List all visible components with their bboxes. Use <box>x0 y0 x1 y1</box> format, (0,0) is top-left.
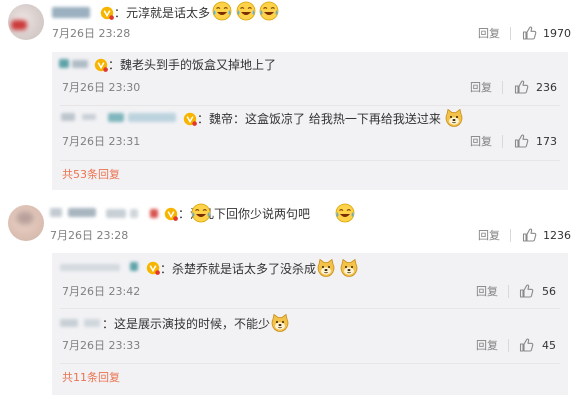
username[interactable] <box>60 319 78 327</box>
reply-button[interactable]: 回复 <box>470 81 492 95</box>
reply-button[interactable]: 回复 <box>476 339 498 353</box>
username[interactable] <box>60 264 120 271</box>
laugh-cry-emoji <box>236 1 256 21</box>
doge-emoji <box>339 258 359 278</box>
divider <box>510 229 511 242</box>
thumb-up-icon[interactable] <box>521 227 537 243</box>
like-count: 236 <box>536 81 557 94</box>
laugh-cry-emoji <box>335 203 355 223</box>
thumb-up-icon[interactable] <box>518 337 534 353</box>
reply-button[interactable]: 回复 <box>478 229 500 243</box>
reply-time: 7月26日 23:42 <box>62 285 141 298</box>
vip-badge-icon <box>100 6 114 20</box>
reply-button[interactable]: 回复 <box>476 285 498 299</box>
doge-emoji <box>270 313 290 333</box>
like-count: 1970 <box>543 27 571 40</box>
username[interactable] <box>106 209 126 218</box>
vip-badge-icon <box>183 112 197 126</box>
divider <box>508 285 509 298</box>
reply-list: ：魏老头到手的饭盒又掉地上了 7月26日 23:30 回复 236 ：魏帝：这盒… <box>52 52 568 190</box>
comment-time: 7月26日 23:28 <box>50 229 129 242</box>
like-count: 1236 <box>543 229 571 242</box>
thumb-up-icon[interactable] <box>521 25 537 41</box>
doge-emoji <box>444 108 464 128</box>
like-count: 56 <box>542 285 556 298</box>
divider <box>508 339 509 352</box>
username[interactable] <box>84 319 100 327</box>
thumb-up-icon[interactable] <box>513 133 529 149</box>
username[interactable] <box>82 114 96 120</box>
comment-text: ：元淳就是话太多 <box>114 6 211 20</box>
more-replies-link[interactable]: 共53条回复 <box>62 168 120 182</box>
divider <box>510 27 511 40</box>
thumb-up-icon[interactable] <box>518 283 534 299</box>
reply-time: 7月26日 23:31 <box>62 135 141 148</box>
doge-emoji <box>316 258 336 278</box>
divider <box>60 160 560 161</box>
divider <box>60 105 560 106</box>
username[interactable] <box>130 209 138 218</box>
laugh-cry-emoji <box>212 1 232 21</box>
username[interactable] <box>61 113 75 121</box>
reply-time: 7月26日 23:33 <box>62 339 141 352</box>
thumb-up-icon[interactable] <box>513 79 529 95</box>
divider <box>60 363 560 364</box>
reply-text: ：这是展示演技的时候，不能少 <box>102 317 271 331</box>
comment-time: 7月26日 23:28 <box>52 27 131 40</box>
reply-button[interactable]: 回复 <box>478 27 500 41</box>
avatar[interactable] <box>8 4 44 40</box>
reply-time: 7月26日 23:30 <box>62 81 141 94</box>
username[interactable] <box>72 60 88 68</box>
divider <box>60 308 560 309</box>
vip-badge-icon <box>164 207 178 221</box>
username[interactable] <box>52 7 90 18</box>
reply-list: ：杀楚乔就是话太多了没杀成 7月26日 23:42 回复 56 ：这是展示演技的… <box>52 253 568 395</box>
username[interactable] <box>130 262 138 271</box>
username[interactable] <box>128 113 176 122</box>
reply-text: ：杀楚乔就是话太多了没杀成 <box>160 262 317 276</box>
like-count: 173 <box>536 135 557 148</box>
vip-badge-icon <box>146 261 160 275</box>
like-count: 45 <box>542 339 556 352</box>
avatar[interactable] <box>8 205 44 241</box>
laugh-cry-emoji <box>259 1 279 21</box>
reply-text: ：魏帝：这盒饭凉了 给我热一下再给我送过来 <box>197 112 441 126</box>
vip-badge-icon <box>94 58 108 72</box>
username[interactable] <box>108 113 124 122</box>
laugh-cry-emoji <box>191 203 211 223</box>
username[interactable] <box>68 208 96 217</box>
more-replies-link[interactable]: 共11条回复 <box>62 371 120 385</box>
username[interactable] <box>59 59 69 68</box>
username[interactable] <box>50 208 62 217</box>
reply-text: ：魏老头到手的饭盒又掉地上了 <box>108 58 277 72</box>
divider <box>502 81 503 94</box>
divider <box>502 135 503 148</box>
username[interactable] <box>150 209 158 218</box>
reply-button[interactable]: 回复 <box>470 135 492 149</box>
